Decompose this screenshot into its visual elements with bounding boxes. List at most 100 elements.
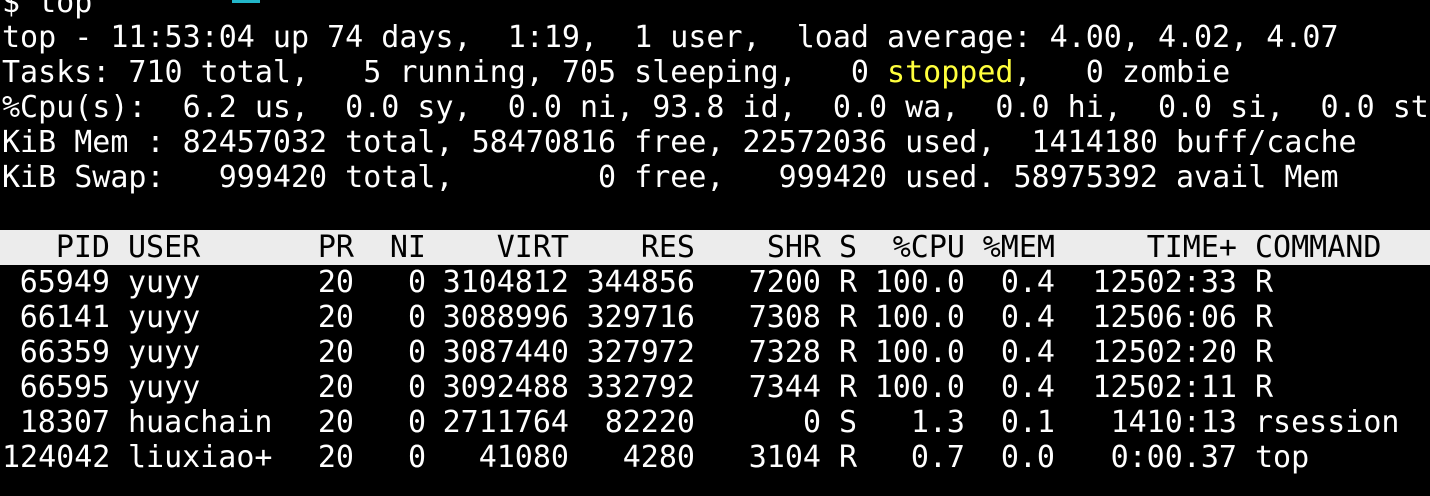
process-row: 66359 yuyy 20 0 3087440 327972 7328 R 100.0 0.4 12… [0, 335, 1430, 370]
cell-virt: 3088996 [442, 300, 569, 335]
cell-shr: 7344 [748, 370, 821, 405]
tasks-line: Tasks: 710 total, 5 running, 705 sleepin… [0, 55, 1430, 90]
cell-cpu: 0.7 [910, 440, 965, 475]
cell-time: 12506:06 [1092, 300, 1238, 335]
cell-ni: 0 [407, 405, 426, 440]
cell-user: yuyy [128, 335, 201, 370]
header-ni: NI [389, 230, 426, 265]
cell-ni: 0 [407, 265, 426, 300]
cell-command: R [1255, 300, 1274, 335]
tasks-zombie: , 0 zombie [1013, 55, 1231, 90]
cell-cpu: 100.0 [874, 265, 965, 300]
cell-shr: 7200 [748, 265, 821, 300]
cell-pid: 124042 [2, 440, 111, 475]
terminal-output: $ top top - 11:53:04 up 74 days, 1:19, 1… [0, 0, 1430, 475]
cell-pr: 20 [317, 440, 354, 475]
cell-mem: 0.4 [1000, 370, 1055, 405]
cell-ni: 0 [407, 370, 426, 405]
cell-s: R [838, 440, 857, 475]
cell-pid: 66359 [19, 335, 110, 370]
cell-res: 344856 [586, 265, 695, 300]
cell-virt: 41080 [478, 440, 569, 475]
cell-user: huachain [128, 405, 273, 440]
header-virt: VIRT [496, 230, 569, 265]
header-command: COMMAND [1255, 230, 1382, 265]
cell-pid: 66141 [19, 300, 110, 335]
cell-virt: 3087440 [442, 335, 569, 370]
cell-time: 0:00.37 [1110, 440, 1237, 475]
cell-pr: 20 [317, 300, 354, 335]
cell-pr: 20 [317, 405, 354, 440]
cell-pr: 20 [317, 335, 354, 370]
cell-virt: 3104812 [442, 265, 569, 300]
header-res: RES [640, 230, 695, 265]
cell-mem: 0.4 [1000, 300, 1055, 335]
header-s: S [838, 230, 857, 265]
cell-mem: 0.0 [1000, 440, 1055, 475]
command-prompt-line: $ top [0, 0, 1430, 20]
cell-res: 329716 [586, 300, 695, 335]
mem-line: KiB Mem : 82457032 total, 58470816 free,… [2, 125, 1357, 160]
process-row: 65949 yuyy 20 0 3104812 344856 7200 R 100.0 0.4 12… [0, 265, 1430, 300]
tasks-stopped-label: stopped [887, 55, 1014, 90]
cell-ni: 0 [407, 300, 426, 335]
cpu-line: %Cpu(s): 6.2 us, 0.0 sy, 0.0 ni, 93.8 id… [2, 90, 1429, 125]
cell-shr: 7328 [748, 335, 821, 370]
cell-res: 82220 [604, 405, 695, 440]
cell-user: liuxiao+ [128, 440, 273, 475]
cell-ni: 0 [407, 440, 426, 475]
cell-virt: 3092488 [442, 370, 569, 405]
header-shr: SHR [766, 230, 821, 265]
cell-command: R [1255, 335, 1274, 370]
cell-pid: 65949 [19, 265, 110, 300]
uptime-line: top - 11:53:04 up 74 days, 1:19, 1 user,… [2, 20, 1339, 55]
cell-command: R [1255, 265, 1274, 300]
tasks-counts: Tasks: 710 total, 5 running, 705 sleepin… [2, 55, 888, 90]
cell-time: 1410:13 [1110, 405, 1237, 440]
cell-ni: 0 [407, 335, 426, 370]
cell-virt: 2711764 [442, 405, 569, 440]
cell-shr: 0 [802, 405, 821, 440]
header-mem: %MEM [982, 230, 1055, 265]
header-time: TIME+ [1146, 230, 1237, 265]
cell-time: 12502:20 [1092, 335, 1238, 370]
cell-mem: 0.4 [1000, 265, 1055, 300]
cell-command: R [1255, 370, 1274, 405]
cell-mem: 0.4 [1000, 335, 1055, 370]
process-row: 18307 huachain 20 0 2711764 82220 0 S 1.3 0.1 1410… [0, 405, 1430, 440]
cell-pid: 66595 [19, 370, 110, 405]
cell-shr: 3104 [748, 440, 821, 475]
cell-time: 12502:33 [1092, 265, 1238, 300]
cell-s: R [838, 370, 857, 405]
header-user: USER [128, 230, 201, 265]
cell-time: 12502:11 [1092, 370, 1238, 405]
cell-cpu: 100.0 [874, 370, 965, 405]
cell-s: R [838, 265, 857, 300]
process-table-header: PID USER PR NI VIRT RES SHR S %CPU %MEM TIME+ COMMA… [0, 230, 1430, 265]
swap-line: KiB Swap: 999420 total, 0 free, 999420 u… [2, 160, 1339, 195]
cell-shr: 7308 [748, 300, 821, 335]
cell-s: S [838, 405, 857, 440]
cell-pid: 18307 [19, 405, 110, 440]
cell-command: top [1255, 440, 1310, 475]
header-pr: PR [317, 230, 354, 265]
cell-user: yuyy [128, 300, 201, 335]
cell-user: yuyy [128, 265, 201, 300]
cell-command: rsession [1255, 405, 1400, 440]
cell-cpu: 1.3 [910, 405, 965, 440]
cell-s: R [838, 300, 857, 335]
process-row: 66595 yuyy 20 0 3092488 332792 7344 R 100.0 0.4 12… [0, 370, 1430, 405]
cell-s: R [838, 335, 857, 370]
prompt-symbol: $ [2, 0, 21, 20]
process-row: 66141 yuyy 20 0 3088996 329716 7308 R 100.0 0.4 12… [0, 300, 1430, 335]
cell-user: yuyy [128, 370, 201, 405]
cell-pr: 20 [317, 370, 354, 405]
cell-pr: 20 [317, 265, 354, 300]
cell-cpu: 100.0 [874, 300, 965, 335]
cell-mem: 0.1 [1000, 405, 1055, 440]
header-pid: PID [55, 230, 110, 265]
process-row: 124042 liuxiao+ 20 0 41080 4280 3104 R 0.7 0.0 0:0… [0, 440, 1430, 475]
cell-res: 332792 [586, 370, 695, 405]
cell-cpu: 100.0 [874, 335, 965, 370]
